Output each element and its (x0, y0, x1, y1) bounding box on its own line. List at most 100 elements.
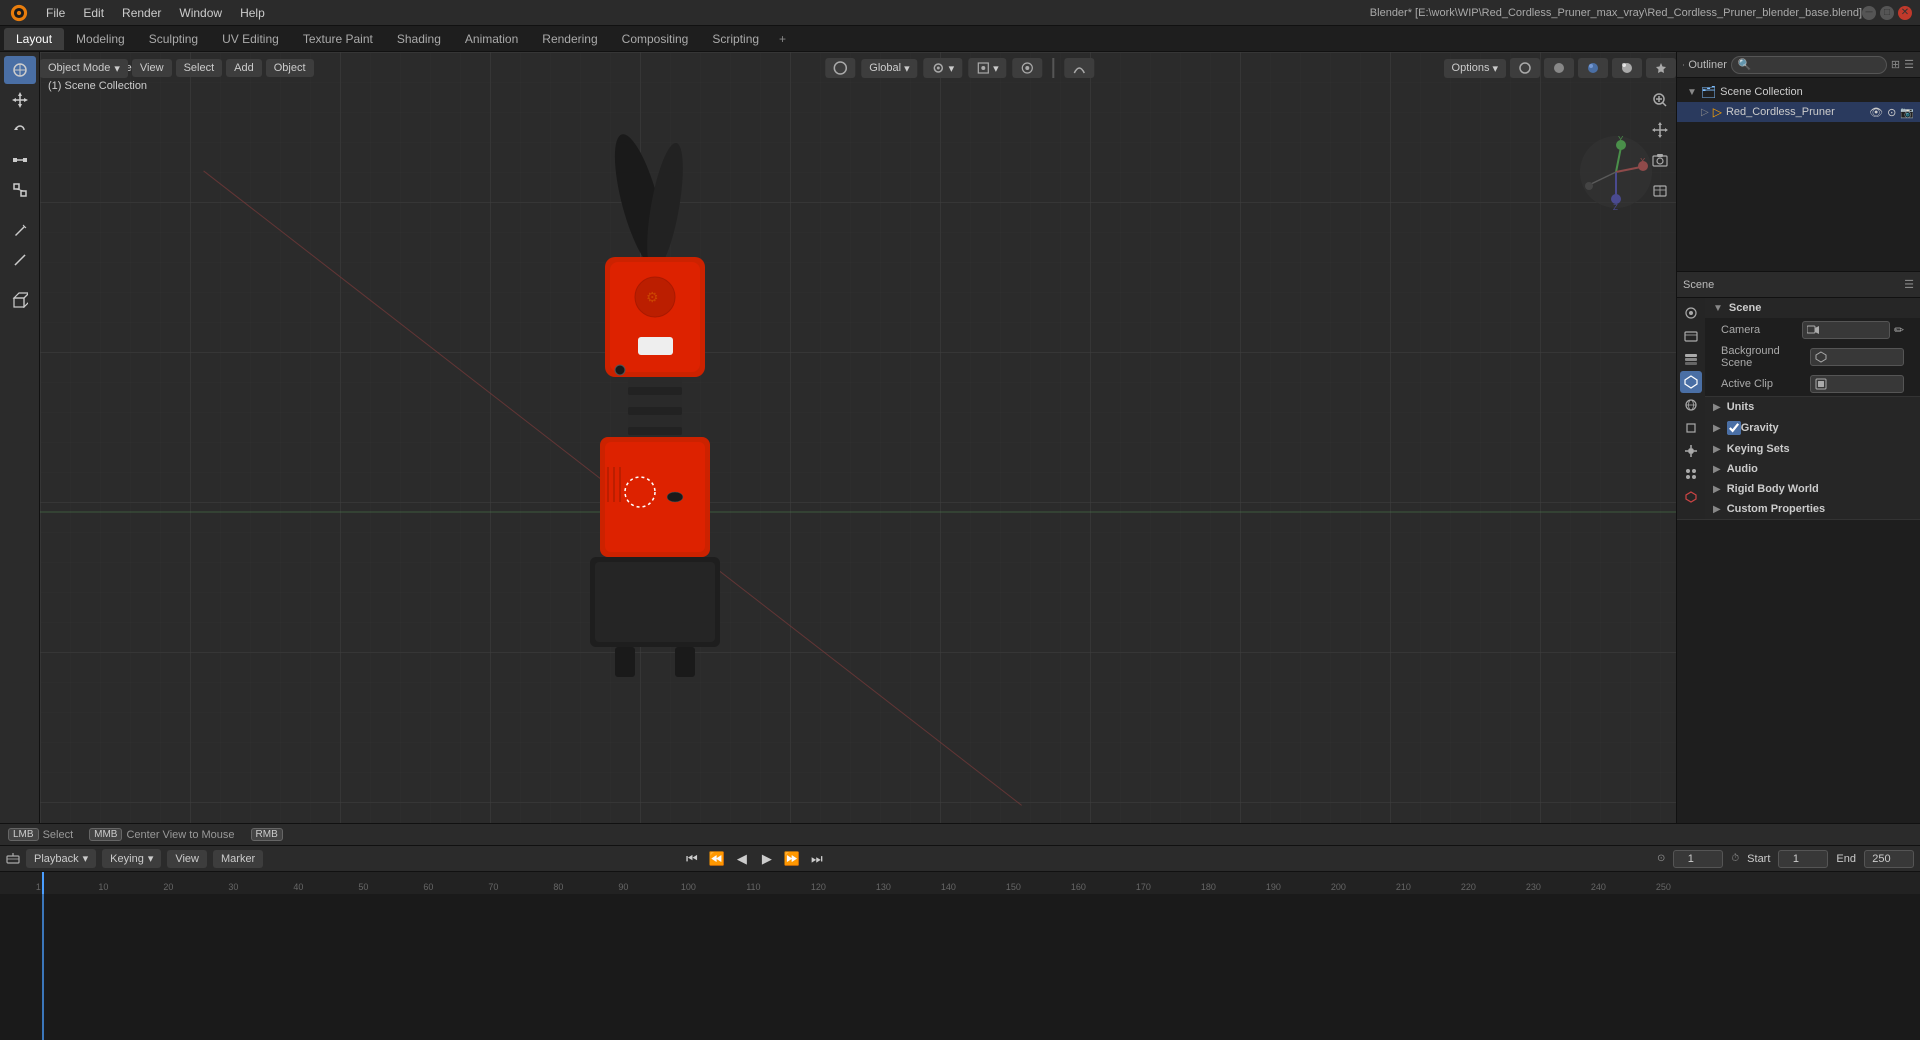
center-view-status: MMB Center View to Mouse (89, 828, 234, 841)
current-frame-input[interactable] (1673, 850, 1723, 868)
camera-edit-button[interactable]: ✏ (1894, 323, 1904, 337)
wireframe-shading[interactable] (1510, 58, 1540, 78)
add-workspace-button[interactable]: + (771, 28, 794, 50)
camera-icon-button[interactable] (1646, 146, 1674, 174)
tab-shading[interactable]: Shading (385, 28, 453, 50)
object-properties-tab[interactable] (1680, 417, 1702, 439)
jump-to-end-button[interactable]: ⏭ (806, 848, 828, 870)
render-icon[interactable]: 📷 (1900, 106, 1914, 119)
pan-button[interactable] (1646, 116, 1674, 144)
red-cordless-pruner-item[interactable]: ▷ ▷ Red_Cordless_Pruner 👁 ⊙ 📷 (1677, 102, 1920, 122)
tab-uv-editing[interactable]: UV Editing (210, 28, 291, 50)
timeline-view-button[interactable]: View (167, 850, 207, 868)
particles-properties-tab[interactable] (1680, 463, 1702, 485)
close-button[interactable]: ✕ (1898, 6, 1912, 20)
minimize-button[interactable]: ─ (1862, 6, 1876, 20)
move-tool-button[interactable] (4, 86, 36, 114)
scene-section-header[interactable]: ▼ Scene (1705, 298, 1920, 318)
solid-shading[interactable] (1544, 58, 1574, 78)
cursor-tool-button[interactable] (4, 56, 36, 84)
render-menu[interactable]: Render (114, 4, 169, 22)
units-section-header[interactable]: ▶ Units (1705, 397, 1920, 417)
play-reverse-button[interactable]: ◀ (731, 848, 753, 870)
keying-sets-section-header[interactable]: ▶ Keying Sets (1705, 439, 1920, 459)
jump-to-start-button[interactable]: ⏮ (681, 848, 703, 870)
world-properties-tab[interactable] (1680, 394, 1702, 416)
timeline-track[interactable] (0, 894, 1920, 1040)
bg-scene-field[interactable] (1810, 348, 1905, 366)
add-menu-button[interactable]: Add (226, 59, 262, 77)
transform-tool-button[interactable] (4, 176, 36, 204)
custom-properties-section-header[interactable]: ▶ Custom Properties (1705, 499, 1920, 519)
add-cube-button[interactable] (4, 286, 36, 314)
snap-dropdown[interactable]: ▾ (968, 58, 1007, 78)
props-options[interactable]: ☰ (1904, 278, 1914, 291)
play-button[interactable]: ▶ (756, 848, 778, 870)
scene-properties-tab[interactable] (1680, 371, 1702, 393)
scale-tool-button[interactable] (4, 146, 36, 174)
shading-settings[interactable] (1646, 58, 1676, 78)
view-menu-button[interactable]: View (132, 59, 172, 77)
tab-animation[interactable]: Animation (453, 28, 530, 50)
active-clip-field[interactable] (1810, 375, 1905, 393)
rendered-shading[interactable] (1612, 58, 1642, 78)
tab-modeling[interactable]: Modeling (64, 28, 137, 50)
timeline-panel: Playback ▾ Keying ▾ View Marker ⏮ ⏪ ◀ ▶ … (0, 845, 1920, 1040)
viewport-icon[interactable]: ⊙ (1887, 106, 1896, 119)
output-properties-tab[interactable] (1680, 325, 1702, 347)
material-preview-shading[interactable] (1578, 58, 1608, 78)
frame-start-input[interactable] (1778, 850, 1828, 868)
annotate-tool-button[interactable] (4, 216, 36, 244)
playback-dropdown[interactable]: Playback ▾ (26, 849, 96, 868)
ruler-tick-30: 30 (228, 882, 238, 892)
ruler-tick-140: 140 (941, 882, 956, 892)
gravity-section-header[interactable]: ▶ Gravity (1705, 417, 1920, 439)
help-menu[interactable]: Help (232, 4, 273, 22)
tab-layout[interactable]: Layout (4, 28, 64, 50)
window-menu[interactable]: Window (171, 4, 230, 22)
maximize-button[interactable]: □ (1880, 6, 1894, 20)
select-menu-button[interactable]: Select (176, 59, 223, 77)
frame-info: ⊙ ⏱ Start End (1657, 850, 1914, 868)
tab-sculpting[interactable]: Sculpting (137, 28, 210, 50)
tab-compositing[interactable]: Compositing (610, 28, 701, 50)
file-menu[interactable]: File (38, 4, 73, 22)
rotate-tool-button[interactable] (4, 116, 36, 144)
outliner-options[interactable]: ☰ (1904, 58, 1914, 71)
frame-end-input[interactable] (1864, 850, 1914, 868)
svg-text:Z: Z (1613, 203, 1618, 212)
gravity-checkbox[interactable] (1727, 421, 1741, 435)
viewport-3d[interactable]: ⚙ (40, 52, 1676, 845)
visibility-eye-icon[interactable]: 👁 (1869, 106, 1883, 119)
timeline-marker-button[interactable]: Marker (213, 850, 263, 868)
audio-section-header[interactable]: ▶ Audio (1705, 459, 1920, 479)
physics-properties-tab[interactable] (1680, 486, 1702, 508)
edit-menu[interactable]: Edit (75, 4, 112, 22)
proportional-editing[interactable] (1013, 58, 1043, 78)
view-layer-properties-tab[interactable] (1680, 348, 1702, 370)
object-menu-button[interactable]: Object (266, 59, 314, 77)
zoom-in-button[interactable] (1646, 86, 1674, 114)
scene-collection-item[interactable]: ▼ 🗂 Scene Collection (1677, 82, 1920, 102)
outliner-search[interactable] (1731, 56, 1887, 74)
ruler-tick-60: 60 (423, 882, 433, 892)
keying-dropdown[interactable]: Keying ▾ (102, 849, 161, 868)
camera-field[interactable] (1802, 321, 1889, 339)
transform-global-dropdown[interactable]: Global ▾ (861, 59, 917, 78)
isometric-view-button[interactable] (1646, 176, 1674, 204)
ruler-tick-70: 70 (488, 882, 498, 892)
render-properties-tab[interactable] (1680, 302, 1702, 324)
mode-dropdown[interactable]: Object Mode ▾ (40, 59, 128, 78)
pivot-point-dropdown[interactable]: ▾ (924, 58, 963, 78)
falloff-icon[interactable] (1065, 58, 1095, 78)
measure-tool-button[interactable] (4, 246, 36, 274)
next-keyframe-button[interactable]: ⏩ (781, 848, 803, 870)
outliner-filter[interactable]: ⊞ (1891, 58, 1900, 71)
modifier-properties-tab[interactable] (1680, 440, 1702, 462)
prev-keyframe-button[interactable]: ⏪ (706, 848, 728, 870)
tab-texture-paint[interactable]: Texture Paint (291, 28, 385, 50)
options-button[interactable]: Options ▾ (1444, 59, 1506, 78)
tab-rendering[interactable]: Rendering (530, 28, 609, 50)
tab-scripting[interactable]: Scripting (700, 28, 771, 50)
rigid-body-world-section-header[interactable]: ▶ Rigid Body World (1705, 479, 1920, 499)
